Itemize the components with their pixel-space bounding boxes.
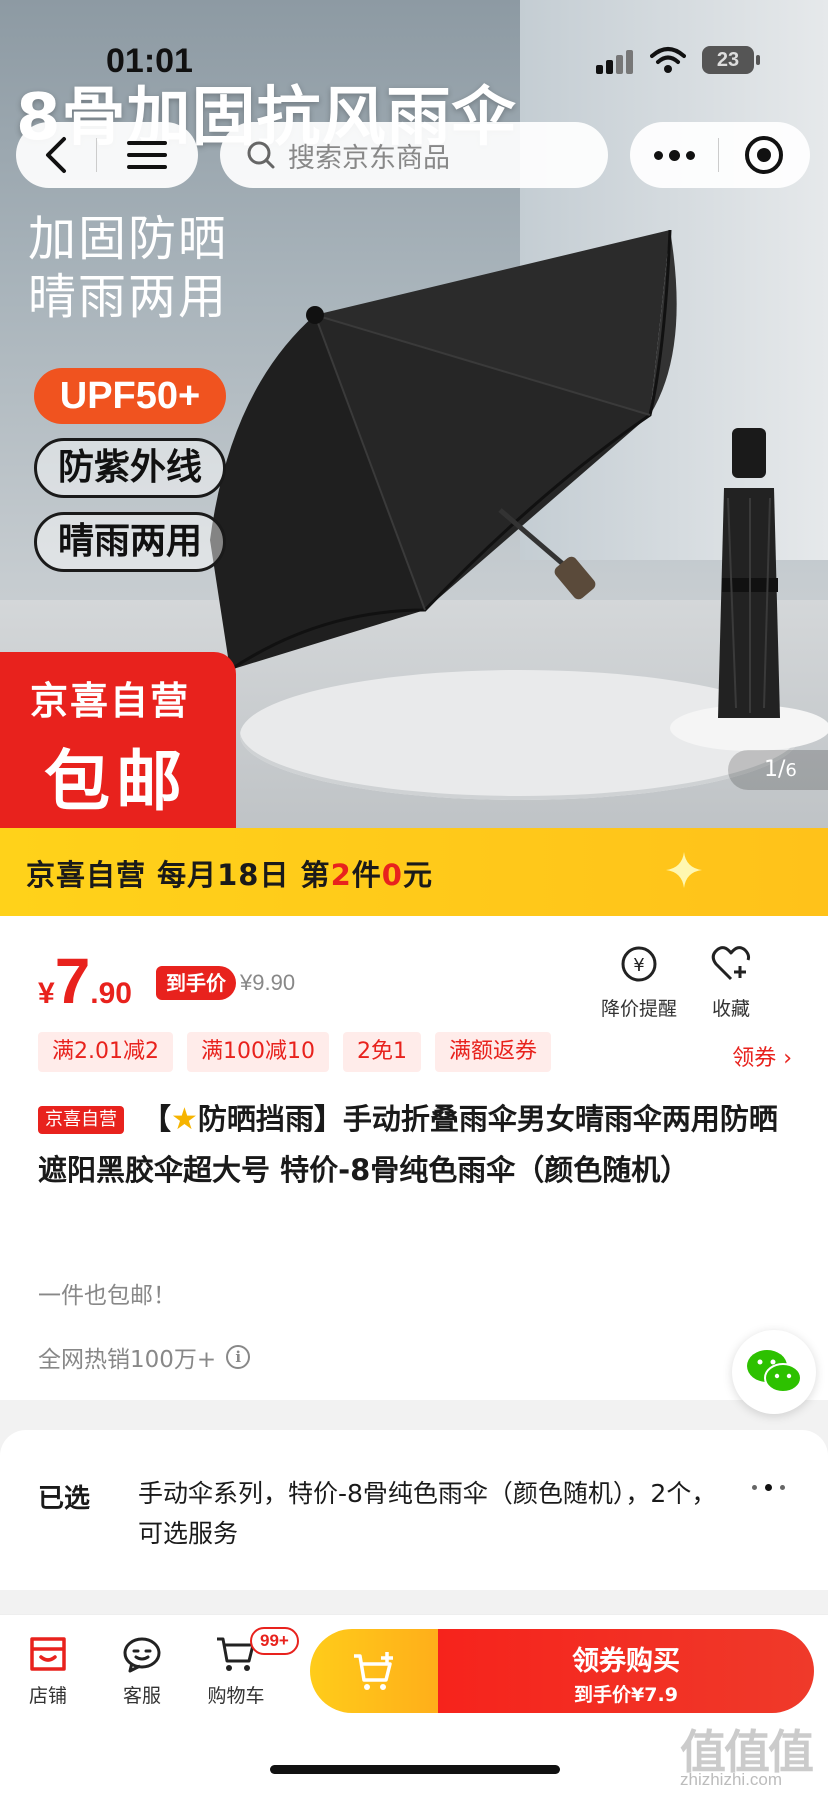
price-alert-icon: ¥ bbox=[621, 946, 657, 982]
price-integer: 7 bbox=[54, 945, 91, 1017]
more-dot bbox=[653, 150, 663, 160]
original-price: ¥9.90 bbox=[240, 970, 296, 995]
price-alert-button[interactable]: ¥ 降价提醒 bbox=[594, 944, 684, 1021]
cart-label: 购物车 bbox=[207, 1685, 265, 1707]
dual-use-tag: 晴雨两用 bbox=[34, 512, 226, 572]
heart-plus-icon bbox=[711, 946, 751, 981]
folded-umbrella-illustration bbox=[718, 428, 780, 718]
add-to-cart-button[interactable] bbox=[310, 1629, 440, 1713]
coupon-tag[interactable]: 满2.01减2 bbox=[38, 1032, 173, 1072]
buy-button-price: 到手价¥7.9 bbox=[574, 1684, 678, 1706]
selected-options-row[interactable]: 已选 手动伞系列，特价-8骨纯色雨伞（颜色随机），2个，可选服务 bbox=[0, 1430, 828, 1590]
coupon-tag[interactable]: 2免1 bbox=[342, 1032, 421, 1072]
hero-slogan-line1: 加固防晒 bbox=[28, 211, 229, 267]
more-dot bbox=[685, 150, 695, 160]
hero-slogan: 加固防晒 晴雨两用 bbox=[28, 210, 228, 326]
wechat-share-button[interactable] bbox=[732, 1330, 816, 1414]
sparkle-icon bbox=[666, 852, 702, 888]
product-info-card: ¥7.90 到手价 ¥9.90 ¥ 降价提醒 收藏 满2.01减2 满100减1… bbox=[0, 916, 828, 1400]
battery-icon: 23 bbox=[702, 46, 760, 74]
wifi-icon bbox=[650, 47, 686, 73]
promo-highlight-2: 0 bbox=[381, 858, 403, 892]
wechat-icon bbox=[747, 1350, 802, 1393]
promo-text-part3: 元 bbox=[402, 858, 433, 892]
more-options-button[interactable] bbox=[630, 122, 718, 188]
self-operated-badge: 京喜自营 bbox=[38, 1106, 124, 1134]
image-counter-total: 6 bbox=[785, 760, 797, 781]
promo-text-part1: 京喜自营 每月18日 第 bbox=[26, 858, 331, 892]
svg-text:¥: ¥ bbox=[633, 955, 644, 976]
promo-highlight-1: 2 bbox=[330, 858, 352, 892]
current-price: ¥7.90 bbox=[38, 944, 132, 1018]
coupon-buy-button[interactable]: 领券购买 到手价¥7.9 bbox=[438, 1629, 814, 1713]
chevron-left-icon bbox=[46, 137, 66, 173]
buy-button-label: 领券购买 bbox=[572, 1646, 680, 1677]
home-indicator[interactable] bbox=[270, 1765, 560, 1774]
product-title-head: 【 bbox=[142, 1102, 172, 1136]
add-to-cart-icon bbox=[354, 1652, 393, 1690]
miniprogram-capsule bbox=[630, 122, 810, 188]
target-close-icon bbox=[745, 136, 783, 174]
close-miniprogram-button[interactable] bbox=[719, 122, 809, 188]
free-shipping-badge-line2: 包邮 bbox=[44, 743, 188, 820]
image-counter: 1/6 bbox=[728, 750, 828, 790]
selected-value: 手动伞系列，特价-8骨纯色雨伞（颜色随机），2个，可选服务 bbox=[138, 1479, 717, 1548]
coupon-tag[interactable]: 满100减10 bbox=[186, 1032, 329, 1072]
uv-tag: 防紫外线 bbox=[34, 438, 226, 498]
info-icon[interactable]: i bbox=[226, 1345, 251, 1369]
upf-tag: UPF50+ bbox=[34, 368, 226, 424]
hero-slogan-line2: 晴雨两用 bbox=[28, 269, 229, 325]
price-currency: ¥ bbox=[38, 977, 55, 1010]
product-image-carousel[interactable]: 01:01 23 8骨加固抗风雨伞 搜索京东商品 加固防晒 晴雨两用 UPF50… bbox=[0, 0, 828, 828]
final-price-badge: 到手价 bbox=[156, 966, 236, 1000]
back-button[interactable] bbox=[16, 122, 96, 188]
coupon-list: 满2.01减2 满100减10 2免1 满额返券 bbox=[38, 1032, 551, 1072]
free-shipping-note: 一件也包邮！ bbox=[38, 1283, 176, 1309]
get-coupon-link[interactable]: 领券 › bbox=[732, 1040, 792, 1072]
store-icon bbox=[30, 1637, 66, 1671]
customer-service-label: 客服 bbox=[122, 1685, 161, 1707]
more-dots-icon[interactable] bbox=[752, 1484, 785, 1491]
watermark-url: zhizhizhi.com bbox=[680, 1770, 783, 1789]
product-page: 01:01 23 8骨加固抗风雨伞 搜索京东商品 加固防晒 晴雨两用 UPF50… bbox=[0, 0, 828, 1796]
favorite-button[interactable]: 收藏 bbox=[686, 944, 776, 1021]
price-alert-label: 降价提醒 bbox=[600, 998, 677, 1020]
star-icon: ★ bbox=[171, 1102, 198, 1137]
hamburger-icon bbox=[127, 141, 167, 169]
hot-sales: 全网热销100万+ i bbox=[38, 1340, 251, 1374]
promo-banner[interactable]: 京喜自营 每月18日 第2件0元 bbox=[0, 828, 828, 916]
search-icon bbox=[247, 141, 275, 169]
cart-count-badge: 99+ bbox=[250, 1627, 299, 1655]
store-tab[interactable]: 店铺 bbox=[8, 1635, 88, 1708]
cellular-signal-icon bbox=[596, 50, 636, 74]
more-dot bbox=[668, 149, 680, 161]
search-placeholder: 搜索京东商品 bbox=[288, 142, 450, 174]
customer-service-icon bbox=[123, 1637, 161, 1673]
store-label: 店铺 bbox=[28, 1685, 67, 1707]
promo-text: 京喜自营 每月18日 第2件0元 bbox=[26, 852, 433, 894]
free-shipping-badge-line1: 京喜自营 bbox=[30, 679, 191, 723]
customer-service-tab[interactable]: 客服 bbox=[102, 1635, 182, 1708]
menu-button[interactable] bbox=[97, 122, 197, 188]
free-shipping-badge: 京喜自营 包邮 bbox=[0, 652, 236, 828]
hot-sales-text: 全网热销100万+ bbox=[38, 1347, 217, 1373]
price-decimal: .90 bbox=[90, 977, 132, 1010]
product-title: 京喜自营 【★防晒挡雨】手动折叠雨伞男女晴雨伞两用防晒遮阳黑胶伞超大号 特价-8骨… bbox=[38, 1094, 798, 1195]
coupon-tag[interactable]: 满额返券 bbox=[434, 1032, 551, 1072]
favorite-label: 收藏 bbox=[711, 998, 750, 1020]
promo-text-part2: 件 bbox=[351, 858, 382, 892]
nav-left-capsule bbox=[16, 122, 198, 188]
image-counter-current: 1 bbox=[764, 757, 778, 782]
selected-label: 已选 bbox=[38, 1484, 91, 1514]
search-input[interactable]: 搜索京东商品 bbox=[220, 122, 608, 188]
